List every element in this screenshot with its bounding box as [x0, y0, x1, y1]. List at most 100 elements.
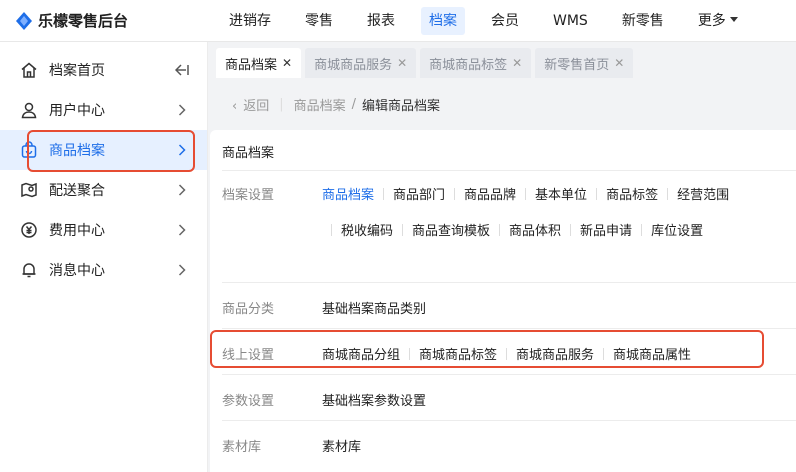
map-pin-icon	[20, 181, 38, 199]
chevron-right-icon	[173, 104, 191, 116]
category-row: 商品分类 基础档案商品类别	[222, 298, 788, 317]
row-label: 商品分类	[222, 302, 275, 317]
topnav-item-reports[interactable]: 报表	[359, 7, 403, 35]
topnav-more-label: 更多	[697, 12, 726, 29]
link-divider	[499, 223, 501, 236]
divider	[222, 170, 796, 171]
divider	[222, 328, 796, 329]
link-mall-product-tags[interactable]: 商城商品标签	[419, 344, 497, 363]
row-label: 档案设置	[222, 188, 275, 203]
collapse-sidebar-icon[interactable]	[173, 64, 191, 76]
topnav-item-archives[interactable]: 档案	[421, 6, 465, 35]
page-tabs: 商品档案 ✕ 商城商品服务 ✕ 商城商品标签 ✕ 新零售首页 ✕	[216, 48, 634, 78]
yen-icon	[20, 221, 38, 239]
link-divider	[409, 347, 411, 360]
tab-new-retail-home[interactable]: 新零售首页 ✕	[535, 48, 634, 78]
brand[interactable]: 乐檬零售后台	[0, 10, 212, 31]
topnav-item-retail[interactable]: 零售	[297, 7, 341, 35]
link-mall-product-group[interactable]: 商城商品分组	[322, 344, 400, 363]
link-product-tags[interactable]: 商品标签	[606, 184, 658, 203]
chevron-left-icon: ‹	[232, 98, 238, 114]
archive-settings-row: 档案设置 商品档案 商品部门 商品品牌 基本单位 商品标签 经营范围 税收编码 …	[222, 184, 788, 239]
link-base-product-category[interactable]: 基础档案商品类别	[322, 298, 426, 317]
link-product-volume[interactable]: 商品体积	[509, 220, 561, 239]
link-base-params-settings[interactable]: 基础档案参数设置	[322, 390, 426, 409]
archive-settings-links: 商品档案 商品部门 商品品牌 基本单位 商品标签 经营范围 税收编码 商品查询模…	[322, 184, 742, 239]
link-tax-code[interactable]: 税收编码	[341, 220, 393, 239]
category-links: 基础档案商品类别	[322, 298, 426, 317]
topnav-item-new-retail[interactable]: 新零售	[614, 7, 672, 35]
link-divider	[667, 187, 669, 200]
home-icon	[20, 61, 38, 79]
link-mall-product-attributes[interactable]: 商城商品属性	[613, 344, 691, 363]
back-label: 返回	[243, 98, 270, 114]
link-mall-product-service[interactable]: 商城商品服务	[516, 344, 594, 363]
sidebar-item-label: 档案首页	[49, 63, 105, 79]
breadcrumb-divider: |	[279, 96, 284, 112]
breadcrumb-separator: /	[351, 96, 357, 112]
sidebar-item-delivery[interactable]: 配送聚合	[0, 170, 207, 210]
topnav-more-menu[interactable]: 更多	[690, 7, 746, 35]
sidebar-item-message-center[interactable]: 消息中心	[0, 250, 207, 290]
page-title: 商品档案	[222, 146, 275, 161]
close-icon[interactable]: ✕	[614, 56, 624, 70]
bell-icon	[20, 261, 38, 279]
user-icon	[20, 101, 38, 119]
link-material-library[interactable]: 素材库	[322, 436, 361, 455]
row-label: 参数设置	[222, 394, 275, 409]
online-settings-links: 商城商品分组 商城商品标签 商城商品服务 商城商品属性	[322, 344, 691, 363]
link-product-brand[interactable]: 商品品牌	[464, 184, 516, 203]
bag-icon	[20, 141, 38, 159]
logo-icon	[16, 11, 32, 30]
link-product-department[interactable]: 商品部门	[393, 184, 445, 203]
sidebar-item-label: 商品档案	[49, 143, 105, 159]
sidebar-item-label: 消息中心	[49, 263, 105, 279]
breadcrumb-current: 编辑商品档案	[362, 98, 441, 114]
back-button[interactable]: ‹ 返回	[232, 95, 269, 114]
sidebar-item-user-center[interactable]: 用户中心	[0, 90, 207, 130]
tab-label: 新零售首页	[544, 57, 610, 73]
tab-mall-product-service[interactable]: 商城商品服务 ✕	[305, 48, 417, 78]
tab-product-archive[interactable]: 商品档案 ✕	[216, 48, 302, 78]
divider	[222, 282, 796, 283]
app-title: 乐檬零售后台	[38, 12, 129, 30]
link-new-product-request[interactable]: 新品申请	[580, 220, 632, 239]
breadcrumb: ‹ 返回 | 商品档案 / 编辑商品档案	[216, 88, 796, 120]
link-divider	[603, 347, 605, 360]
divider	[222, 374, 796, 375]
sidebar-item-archive-home[interactable]: 档案首页	[0, 50, 207, 90]
top-bar: 乐檬零售后台 进销存 零售 报表 档案 会员 WMS 新零售 更多	[0, 0, 796, 42]
sidebar-item-product-archive[interactable]: 商品档案	[0, 130, 207, 170]
link-divider	[570, 223, 572, 236]
tab-label: 商城商品服务	[314, 57, 393, 73]
materials-row: 素材库 素材库	[222, 436, 788, 455]
caret-down-icon	[729, 17, 738, 22]
breadcrumb-parent[interactable]: 商品档案	[294, 95, 346, 114]
link-divider	[506, 347, 508, 360]
link-basic-unit[interactable]: 基本单位	[535, 184, 587, 203]
params-links: 基础档案参数设置	[322, 390, 426, 409]
link-business-scope[interactable]: 经营范围	[677, 184, 729, 203]
link-location-settings[interactable]: 库位设置	[651, 220, 703, 239]
link-divider	[641, 223, 643, 236]
link-divider	[402, 223, 404, 236]
sidebar-item-expense-center[interactable]: 费用中心	[0, 210, 207, 250]
chevron-right-icon	[173, 184, 191, 196]
row-label: 素材库	[222, 440, 262, 455]
topnav-item-wms[interactable]: WMS	[545, 7, 596, 35]
tab-mall-product-tags[interactable]: 商城商品标签 ✕	[420, 48, 532, 78]
main-card: 商品档案 档案设置 商品档案 商品部门 商品品牌 基本单位 商品标签 经营范围 …	[210, 130, 796, 472]
close-icon[interactable]: ✕	[282, 56, 292, 70]
top-nav: 进销存 零售 报表 档案 会员 WMS 新零售 更多	[212, 0, 755, 41]
topnav-item-inventory[interactable]: 进销存	[221, 7, 279, 35]
link-divider	[331, 223, 332, 236]
close-icon[interactable]: ✕	[397, 56, 407, 70]
chevron-right-icon	[173, 144, 191, 156]
tab-label: 商城商品标签	[429, 57, 508, 73]
close-icon[interactable]: ✕	[512, 56, 522, 70]
link-product-archive[interactable]: 商品档案	[322, 184, 374, 203]
params-row: 参数设置 基础档案参数设置	[222, 390, 788, 409]
link-product-query-template[interactable]: 商品查询模板	[412, 220, 490, 239]
topnav-item-members[interactable]: 会员	[483, 7, 527, 35]
chevron-right-icon	[173, 264, 191, 276]
